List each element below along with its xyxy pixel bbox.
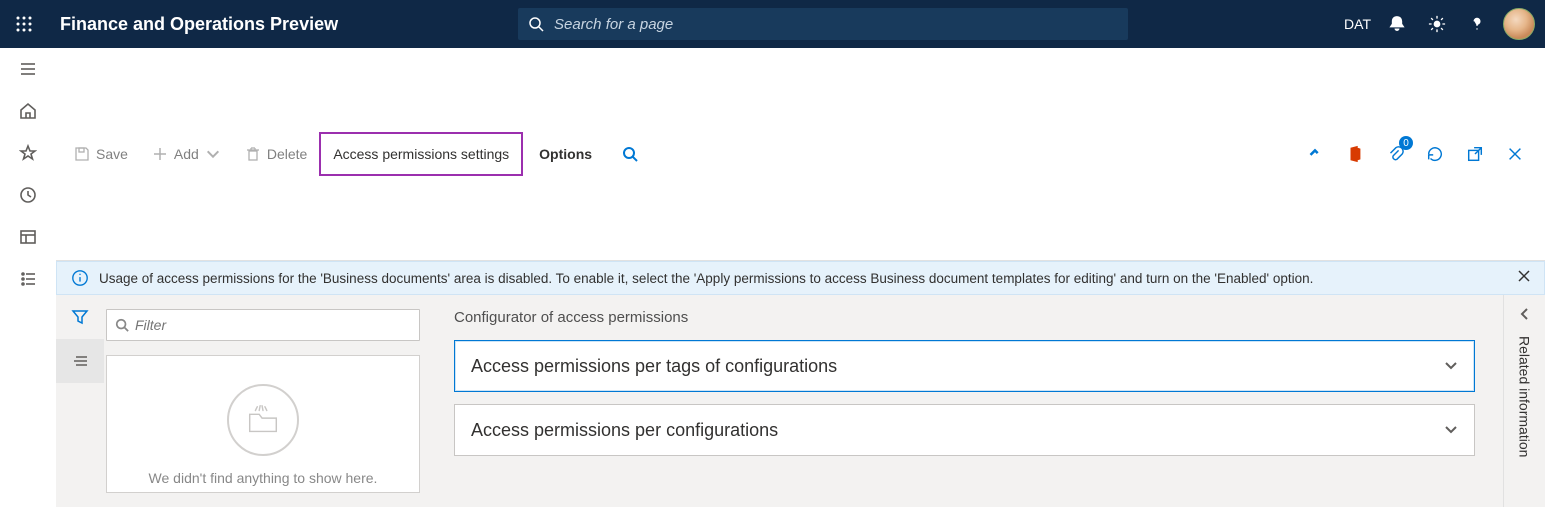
chevron-down-icon (205, 146, 221, 162)
related-info-rail: Related information (1503, 295, 1545, 507)
info-message-bar: Usage of access permissions for the 'Bus… (56, 261, 1545, 295)
accordion-permissions-per-tags[interactable]: Access permissions per tags of configura… (454, 340, 1475, 392)
help-icon[interactable] (1457, 0, 1497, 48)
tab-options[interactable]: Options (523, 132, 608, 176)
filter-input[interactable] (106, 309, 420, 341)
modules-list-icon[interactable] (4, 258, 52, 300)
list-micro-rail (56, 295, 104, 507)
hamburger-menu-icon[interactable] (4, 48, 52, 90)
accordion-label: Access permissions per tags of configura… (471, 356, 837, 377)
filter-funnel-icon[interactable] (56, 295, 104, 339)
empty-folder-icon (227, 384, 299, 456)
app-title: Finance and Operations Preview (60, 14, 338, 35)
search-icon (528, 16, 544, 32)
left-nav-rail (0, 48, 56, 507)
detail-pane: Configurator of access permissions Acces… (426, 295, 1503, 507)
company-code[interactable]: DAT (1344, 16, 1371, 32)
related-info-label[interactable]: Related information (1517, 336, 1533, 457)
info-message-text: Usage of access permissions for the 'Bus… (99, 271, 1313, 286)
add-label: Add (174, 146, 199, 162)
list-body: We didn't find anything to show here. (104, 295, 426, 507)
delete-label: Delete (267, 146, 307, 162)
chevron-down-icon (1444, 422, 1458, 439)
filter-field[interactable] (135, 317, 411, 333)
refresh-icon[interactable] (1415, 132, 1455, 176)
list-pane: We didn't find anything to show here. (56, 295, 426, 507)
settings-gear-icon[interactable] (1417, 0, 1457, 48)
empty-list-card: We didn't find anything to show here. (106, 355, 420, 493)
info-icon (71, 269, 89, 287)
attachments-icon[interactable]: 0 (1375, 132, 1415, 176)
options-label: Options (539, 146, 592, 162)
topbar-right: DAT (1344, 0, 1545, 48)
access-permissions-settings-label: Access permissions settings (333, 146, 509, 162)
save-button: Save (62, 132, 140, 176)
tab-access-permissions-settings[interactable]: Access permissions settings (319, 132, 523, 176)
global-search[interactable]: Search for a page (518, 8, 1128, 40)
search-placeholder: Search for a page (554, 16, 673, 33)
expand-related-icon[interactable] (1518, 307, 1532, 324)
workspaces-icon[interactable] (4, 216, 52, 258)
chevron-down-icon (1444, 358, 1458, 375)
content-area: We didn't find anything to show here. Co… (56, 295, 1545, 507)
close-icon[interactable] (1495, 132, 1535, 176)
detail-title: Configurator of access permissions (454, 309, 1475, 326)
add-button: Add (140, 132, 233, 176)
info-close-icon[interactable] (1516, 268, 1532, 287)
notifications-icon[interactable] (1377, 0, 1417, 48)
favorites-star-icon[interactable] (4, 132, 52, 174)
delete-button: Delete (233, 132, 319, 176)
link-icon[interactable] (1295, 132, 1335, 176)
accordion-permissions-per-configurations[interactable]: Access permissions per configurations (454, 404, 1475, 456)
search-icon (115, 318, 129, 332)
empty-message: We didn't find anything to show here. (149, 470, 378, 486)
list-view-icon[interactable] (56, 339, 104, 383)
recent-clock-icon[interactable] (4, 174, 52, 216)
action-bar: Save Add Delete Access permissions setti… (56, 48, 1545, 261)
office-icon[interactable] (1335, 132, 1375, 176)
user-avatar[interactable] (1503, 8, 1535, 40)
action-search-icon[interactable] (608, 146, 652, 162)
attachments-count-badge: 0 (1399, 136, 1413, 150)
accordion-label: Access permissions per configurations (471, 420, 778, 441)
app-launcher-icon[interactable] (0, 0, 48, 48)
action-bar-right-icons: 0 (1295, 132, 1545, 176)
popout-icon[interactable] (1455, 132, 1495, 176)
home-icon[interactable] (4, 90, 52, 132)
save-label: Save (96, 146, 128, 162)
top-navbar: Finance and Operations Preview Search fo… (0, 0, 1545, 48)
